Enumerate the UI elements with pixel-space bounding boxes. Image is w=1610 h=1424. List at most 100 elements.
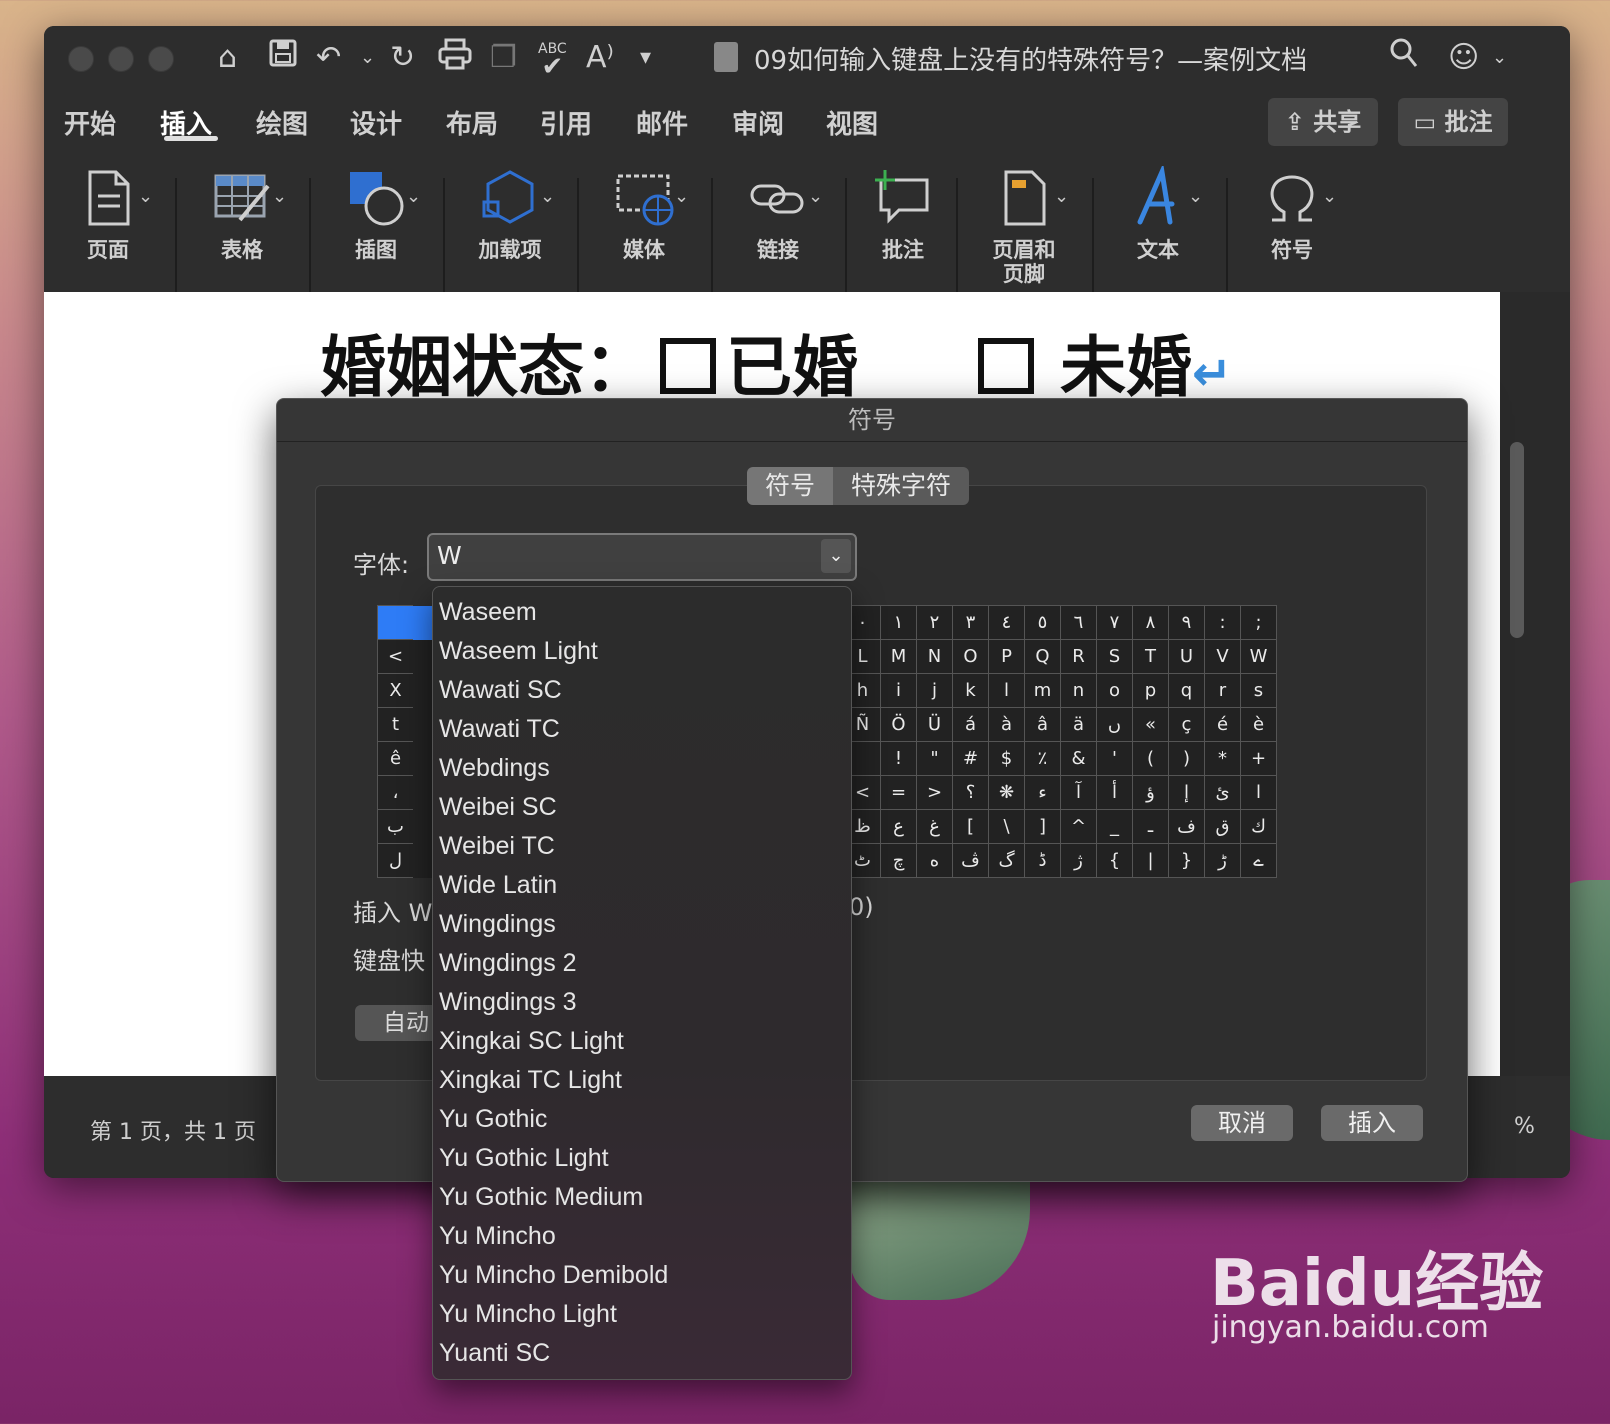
symbol-cell[interactable]: á bbox=[952, 707, 989, 742]
tab-mailings[interactable]: 邮件 bbox=[636, 104, 688, 141]
chevron-down-icon[interactable]: ⌄ bbox=[138, 186, 153, 207]
tab-review[interactable]: 审阅 bbox=[732, 104, 784, 141]
symbol-cell[interactable]: [ bbox=[952, 809, 989, 844]
symbol-cell[interactable]: ^ bbox=[1060, 809, 1097, 844]
symbol-cell[interactable]: \ bbox=[988, 809, 1025, 844]
symbol-cell[interactable]: l bbox=[988, 673, 1025, 708]
symbol-cell[interactable]: ے bbox=[1240, 843, 1277, 878]
symbol-cell[interactable]: ٥ bbox=[1024, 605, 1061, 640]
symbol-cell[interactable]: > bbox=[916, 775, 953, 810]
symbol-cell[interactable]: ئ bbox=[1204, 775, 1241, 810]
font-option[interactable]: Wingdings 2 bbox=[439, 944, 577, 982]
symbol-cell[interactable]: + bbox=[1240, 741, 1277, 776]
symbol-cell[interactable]: à bbox=[988, 707, 1025, 742]
symbol-cell[interactable]: S bbox=[1096, 639, 1133, 674]
chevron-down-icon[interactable]: ⌄ bbox=[360, 38, 375, 78]
symbol-cell[interactable]: ❋ bbox=[988, 775, 1025, 810]
tab-references[interactable]: 引用 bbox=[540, 104, 592, 141]
symbol-cell[interactable]: ; bbox=[1240, 605, 1277, 640]
font-option[interactable]: Yu Gothic Light bbox=[439, 1139, 609, 1177]
symbol-cell[interactable]: ك bbox=[1240, 809, 1277, 844]
symbol-cell[interactable]: U bbox=[1168, 639, 1205, 674]
symbol-cell[interactable]: ٧ bbox=[1096, 605, 1133, 640]
checkbox-married[interactable] bbox=[660, 338, 716, 394]
symbol-cell[interactable]: N bbox=[916, 639, 953, 674]
symbol-cell[interactable]: ڤ bbox=[952, 843, 989, 878]
symbol-cell[interactable]: o bbox=[1096, 673, 1133, 708]
symbol-cell[interactable]: ژ bbox=[1060, 843, 1097, 878]
symbol-cell[interactable]: أ bbox=[1096, 775, 1133, 810]
search-icon[interactable] bbox=[1390, 38, 1418, 79]
print-icon[interactable] bbox=[438, 38, 472, 81]
font-option[interactable]: Yu Mincho Demibold bbox=[439, 1256, 668, 1294]
read-aloud-icon[interactable]: A⁾ bbox=[586, 38, 614, 78]
symbol-cell[interactable]: _ bbox=[1096, 809, 1133, 844]
font-option[interactable]: Wingdings bbox=[439, 905, 556, 943]
symbol-cell[interactable]: # bbox=[952, 741, 989, 776]
chevron-down-icon[interactable]: ⌄ bbox=[1322, 186, 1337, 207]
vertical-scrollbar[interactable] bbox=[1500, 292, 1570, 1076]
font-option[interactable]: Yu Gothic Medium bbox=[439, 1178, 643, 1216]
symbol-cell[interactable]: ] bbox=[1024, 809, 1061, 844]
symbol-cell[interactable]: { bbox=[1096, 843, 1133, 878]
spelling-icon[interactable]: ABC ✔ bbox=[538, 40, 567, 80]
symbol-cell[interactable]: O bbox=[952, 639, 989, 674]
font-option[interactable]: Yu Mincho bbox=[439, 1217, 556, 1255]
symbol-cell[interactable]: s bbox=[1240, 673, 1277, 708]
symbol-cell[interactable]: إ bbox=[1168, 775, 1205, 810]
symbol-cell[interactable]: : bbox=[1204, 605, 1241, 640]
symbol-cell[interactable]: ف bbox=[1168, 809, 1205, 844]
symbol-cell[interactable]: ( bbox=[1132, 741, 1169, 776]
symbol-cell[interactable]: R bbox=[1060, 639, 1097, 674]
symbol-cell[interactable]: " bbox=[916, 741, 953, 776]
font-option[interactable]: Yuanti SC bbox=[439, 1334, 550, 1372]
tab-home[interactable]: 开始 bbox=[64, 104, 116, 141]
minimize-window-button[interactable] bbox=[108, 46, 134, 72]
home-icon[interactable]: ⌂ bbox=[218, 38, 237, 78]
symbol-cell[interactable]: ٢ bbox=[916, 605, 953, 640]
symbol-cell[interactable]: ! bbox=[880, 741, 917, 776]
symbol-cell[interactable]: } bbox=[1168, 843, 1205, 878]
symbol-cell[interactable]: è bbox=[1240, 707, 1277, 742]
symbol-cell[interactable]: = bbox=[880, 775, 917, 810]
chevron-down-icon[interactable]: ⌄ bbox=[272, 186, 287, 207]
undo-icon[interactable]: ↶ bbox=[316, 38, 341, 78]
symbol-cell[interactable]: P bbox=[988, 639, 1025, 674]
chevron-down-icon[interactable]: ⌄ bbox=[808, 186, 823, 207]
symbol-cell[interactable]: * bbox=[1204, 741, 1241, 776]
symbol-cell[interactable]: â bbox=[1024, 707, 1061, 742]
ribbon-pages-button[interactable]: 页面 bbox=[60, 156, 156, 292]
font-option[interactable]: Xingkai TC Light bbox=[439, 1061, 622, 1099]
chevron-down-icon[interactable]: ⌄ bbox=[540, 186, 555, 207]
ribbon-illustrations-button[interactable]: 插图 bbox=[328, 156, 424, 292]
copy-format-icon[interactable]: ❐ bbox=[490, 38, 517, 78]
zoom-level[interactable]: % bbox=[1514, 1114, 1535, 1139]
symbol-cell[interactable]: ڈ bbox=[1024, 843, 1061, 878]
tab-view[interactable]: 视图 bbox=[826, 104, 878, 141]
tab-special-characters[interactable]: 特殊字符 bbox=[833, 467, 970, 505]
font-option[interactable]: Wide Latin bbox=[439, 866, 557, 904]
tab-layout[interactable]: 布局 bbox=[446, 104, 498, 141]
chevron-down-icon[interactable]: ⌄ bbox=[821, 539, 851, 573]
symbol-cell[interactable]: ١ bbox=[880, 605, 917, 640]
ribbon-comment-button[interactable]: 批注 bbox=[858, 156, 948, 292]
zoom-window-button[interactable] bbox=[148, 46, 174, 72]
ribbon-symbol-button[interactable]: 符号 bbox=[1244, 156, 1340, 292]
symbol-cell[interactable]: ٦ bbox=[1060, 605, 1097, 640]
font-option[interactable]: Waseem bbox=[439, 593, 537, 631]
font-option[interactable]: Wawati SC bbox=[439, 671, 562, 709]
symbol-cell[interactable]: « bbox=[1132, 707, 1169, 742]
symbol-cell[interactable]: Ü bbox=[916, 707, 953, 742]
font-option[interactable]: Wingdings 3 bbox=[439, 983, 577, 1021]
symbol-cell[interactable]: é bbox=[1204, 707, 1241, 742]
symbol-cell[interactable]: r bbox=[1204, 673, 1241, 708]
ribbon-media-button[interactable]: 媒体 bbox=[596, 156, 692, 292]
symbol-cell[interactable]: ) bbox=[1168, 741, 1205, 776]
insert-button[interactable]: 插入 bbox=[1321, 1105, 1423, 1141]
symbol-cell[interactable]: ç bbox=[1168, 707, 1205, 742]
symbol-cell[interactable]: ء bbox=[1024, 775, 1061, 810]
symbol-cell[interactable]: j bbox=[916, 673, 953, 708]
feedback-smiley-icon[interactable]: ☺ bbox=[1448, 38, 1479, 78]
tab-draw[interactable]: 绘图 bbox=[256, 104, 308, 141]
chevron-down-icon[interactable]: ⌄ bbox=[1188, 186, 1203, 207]
